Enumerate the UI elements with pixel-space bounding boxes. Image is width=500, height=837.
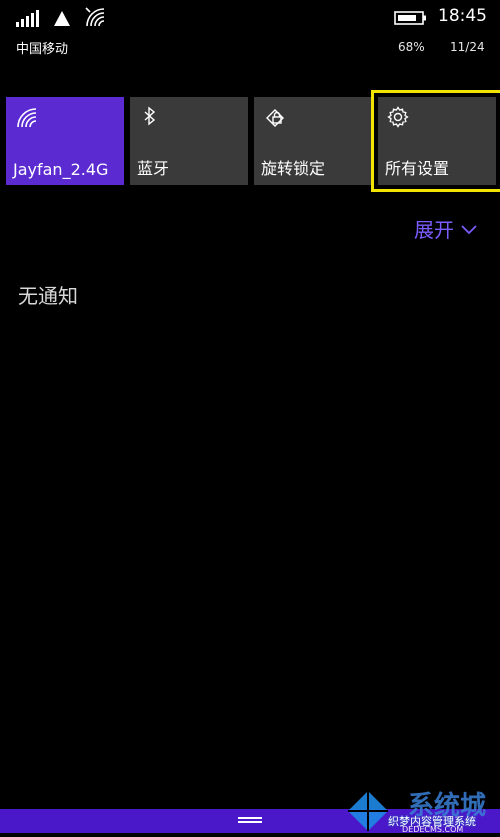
carrier-name: 中国移动 — [16, 42, 69, 57]
empty-notifications-text: 无通知 — [18, 284, 78, 308]
tile-bluetooth[interactable]: 蓝牙 — [130, 97, 248, 185]
windows-logo-icon — [346, 789, 390, 837]
tile-rotation-lock[interactable]: 旋转锁定 — [254, 97, 372, 185]
wifi-icon — [84, 6, 106, 28]
signal-icon — [14, 8, 40, 28]
watermark: 系统城 织梦内容管理系统 DEDECMS.COM — [346, 785, 496, 834]
quick-actions: Jayfan_2.4G 蓝牙 旋转锁定 所有设置 — [6, 90, 500, 192]
wifi-icon — [14, 105, 38, 129]
status-icons — [14, 6, 106, 28]
battery-icon — [394, 10, 428, 30]
tile-wifi[interactable]: Jayfan_2.4G — [6, 97, 124, 185]
network-triangle-icon — [52, 8, 72, 28]
tile-label: 蓝牙 — [137, 159, 170, 178]
tile-label: 所有设置 — [385, 159, 450, 178]
tile-all-settings[interactable]: 所有设置 — [371, 90, 500, 192]
rotation-lock-icon — [262, 105, 286, 129]
drag-handle-icon[interactable] — [238, 817, 262, 823]
tile-label: Jayfan_2.4G — [13, 160, 109, 179]
expand-label: 展开 — [414, 218, 454, 242]
clock-time: 18:45 — [438, 6, 487, 26]
tile-label: 旋转锁定 — [261, 159, 326, 178]
date: 11/24 — [450, 40, 485, 54]
battery-percent: 68% — [398, 40, 425, 54]
gear-icon — [386, 105, 410, 129]
expand-button[interactable]: 展开 — [414, 214, 478, 243]
chevron-down-icon — [460, 217, 478, 241]
bluetooth-icon — [138, 105, 162, 129]
